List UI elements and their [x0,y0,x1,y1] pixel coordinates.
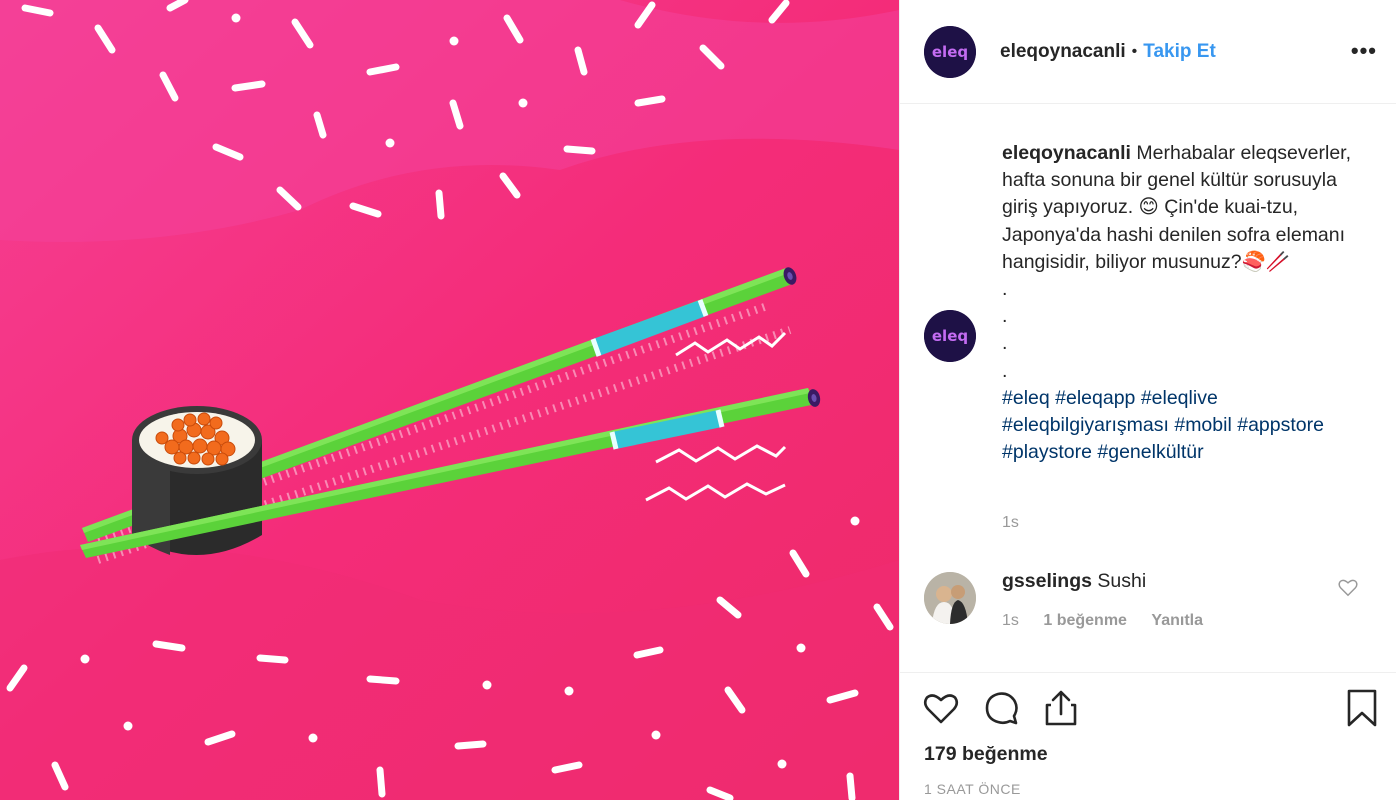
post-timestamp[interactable]: 1 SAAT ÖNCE [924,781,1021,797]
caption-time[interactable]: 1s [1002,514,1019,532]
hashtag-link[interactable]: #appstore [1237,414,1324,436]
profile-avatar[interactable]: eleq [924,25,976,78]
comment-meta: 1s 1 beğenme Yanıtla [1002,612,1223,630]
commenter-avatar[interactable] [924,572,976,624]
like-count[interactable]: 179 beğenme [924,743,1048,766]
save-bookmark-icon[interactable] [1343,689,1381,727]
comment-body: Sushi [1097,570,1147,592]
comment-bubble-icon[interactable] [983,689,1021,727]
caption-dot: . [1002,278,1008,301]
eleq-logo-icon: eleq [924,25,976,78]
hashtag-link[interactable]: #eleq [1002,387,1050,409]
comment-likes[interactable]: 1 beğenme [1043,612,1127,629]
share-icon[interactable] [1042,689,1080,727]
comment-username[interactable]: gsselings [1002,570,1092,592]
caption-dot: . [1002,305,1008,328]
like-heart-icon[interactable] [922,689,960,727]
avatar-logo-text: eleq [932,43,968,61]
post-actions: 179 beğenme 1 SAAT ÖNCE [900,672,1396,800]
caption-dot: . [1002,359,1008,382]
post-image[interactable] [0,0,899,800]
header-separator: • [1131,42,1138,60]
reply-button[interactable]: Yanıtla [1151,612,1203,629]
hashtag-link[interactable]: #eleqlive [1141,387,1218,409]
caption-username[interactable]: eleqoynacanli [1002,142,1131,164]
hashtag-link[interactable]: #genelkültür [1097,441,1203,463]
comment-text: gsselings Sushi [1002,570,1146,593]
post-side-panel: eleq eleqoynacanli • Takip Et ••• eleq e… [899,0,1396,800]
more-options-icon[interactable]: ••• [1351,38,1377,64]
eleq-logo-icon: eleq [924,310,976,362]
wedding-photo-icon [924,572,976,624]
hashtag-list: #eleq #eleqapp #eleqlive #eleqbilgiyarış… [1002,385,1362,467]
hashtag-link[interactable]: #eleqbilgiyarışması [1002,414,1169,436]
post-header: eleq eleqoynacanli • Takip Et ••• [900,0,1396,104]
hashtag-link[interactable]: #eleqapp [1055,387,1135,409]
comment-time[interactable]: 1s [1002,612,1019,629]
caption-dot: . [1002,332,1008,355]
comment-like-heart-icon[interactable] [1337,576,1359,598]
caption-text: eleqoynacanli Merhabalar eleqseverler, h… [1002,140,1362,466]
hashtag-link[interactable]: #mobil [1174,414,1231,436]
follow-button[interactable]: Takip Et [1143,41,1216,63]
post-modal: eleq eleqoynacanli • Takip Et ••• eleq e… [0,0,1396,800]
hashtag-link[interactable]: #playstore [1002,441,1092,463]
header-username[interactable]: eleqoynacanli [1000,41,1126,63]
caption-avatar[interactable]: eleq [924,310,976,362]
avatar-logo-text: eleq [932,327,968,345]
caption: eleq eleqoynacanli Merhabalar eleqseverl… [924,140,1384,463]
sushi-chopsticks-illustration [0,0,899,800]
